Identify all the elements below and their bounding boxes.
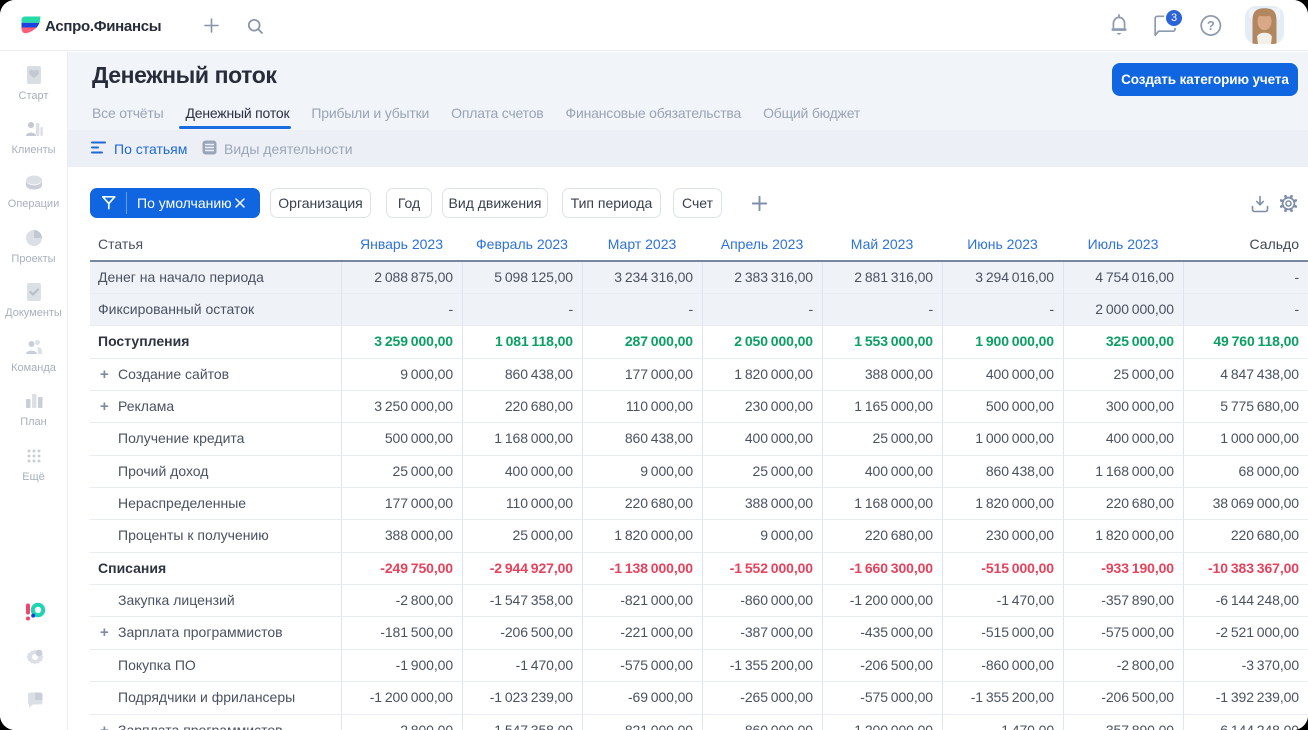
svg-text:?: ? xyxy=(1207,18,1215,33)
